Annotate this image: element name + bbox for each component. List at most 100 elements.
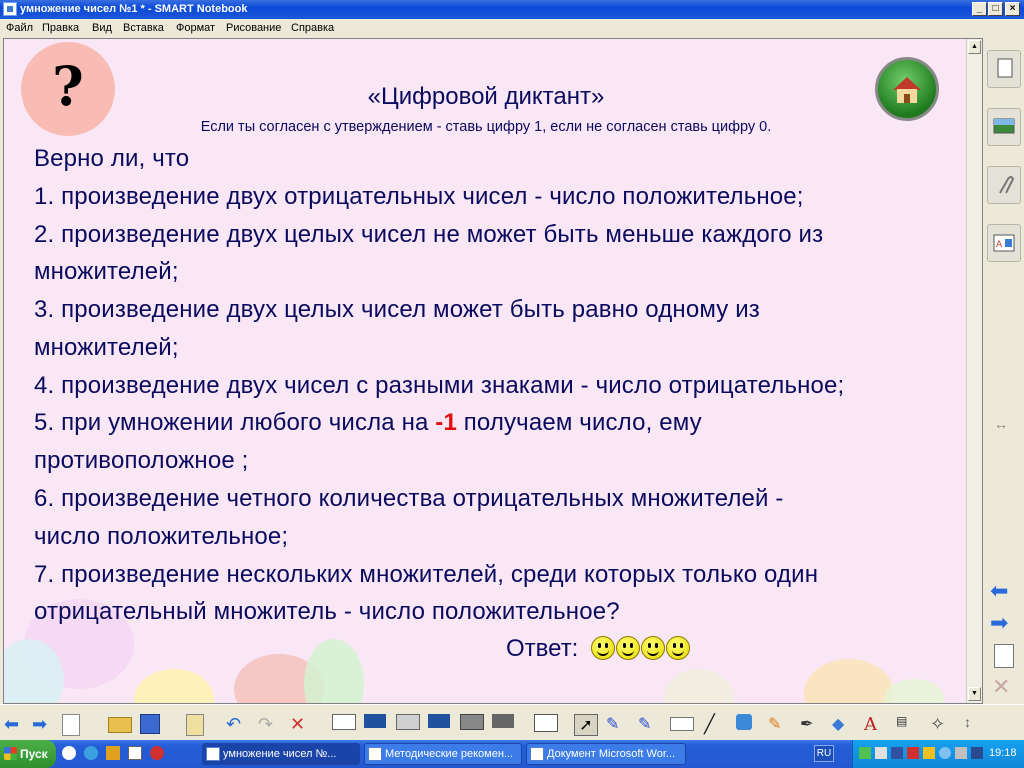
blank-page-icon[interactable] bbox=[62, 714, 80, 736]
notebook-canvas[interactable]: ? «Цифровой диктант» Если ты согласен с … bbox=[3, 38, 983, 704]
eraser-icon[interactable] bbox=[670, 717, 694, 731]
paste-icon[interactable] bbox=[186, 714, 204, 736]
scroll-up-button[interactable]: ▲ bbox=[968, 40, 981, 54]
document-camera-icon[interactable] bbox=[492, 714, 514, 728]
menu-format[interactable]: Формат bbox=[176, 22, 215, 34]
open-folder-icon[interactable] bbox=[108, 717, 132, 733]
text-tool-icon[interactable]: A bbox=[864, 714, 886, 735]
recognition-pen-icon[interactable]: ✒ bbox=[800, 714, 822, 734]
smiley-icon bbox=[641, 636, 665, 660]
statement-line: множителей; bbox=[34, 334, 179, 361]
slide-page: ? «Цифровой диктант» Если ты согласен с … bbox=[4, 39, 968, 703]
title-bar: умножение чисел №1 * - SMART Notebook _ … bbox=[0, 0, 1024, 19]
picture-icon bbox=[993, 118, 1015, 134]
quick-launch-icon[interactable] bbox=[62, 746, 76, 760]
tab-gallery[interactable] bbox=[987, 108, 1021, 146]
resize-arrows-icon[interactable]: ↔ bbox=[994, 416, 1008, 432]
menu-insert[interactable]: Вставка bbox=[123, 22, 164, 34]
redo-icon[interactable]: ↷ bbox=[258, 714, 280, 734]
maximize-button[interactable]: □ bbox=[988, 2, 1003, 16]
tray-icon[interactable] bbox=[939, 747, 951, 759]
menu-edit[interactable]: Правка bbox=[42, 22, 79, 34]
menu-bar: Файл Правка Вид Вставка Формат Рисование… bbox=[0, 19, 1024, 37]
menu-view[interactable]: Вид bbox=[92, 22, 112, 34]
statement-line: 6. произведение четного количества отриц… bbox=[34, 485, 784, 512]
close-button[interactable]: × bbox=[1005, 2, 1020, 16]
creative-pen-icon[interactable]: ✎ bbox=[638, 714, 660, 734]
tray-icon[interactable] bbox=[859, 747, 871, 759]
clock[interactable]: 19:18 bbox=[989, 747, 1017, 759]
taskbar-item-word-doc[interactable]: Документ Microsoft Wor... bbox=[526, 743, 686, 765]
forward-arrow-icon[interactable]: ➡ bbox=[32, 714, 54, 734]
menu-draw[interactable]: Рисование bbox=[226, 22, 281, 34]
slide-title: «Цифровой диктант» bbox=[367, 83, 605, 110]
shapes-icon[interactable] bbox=[736, 714, 752, 730]
word-icon bbox=[530, 747, 544, 761]
statement-line: противоположное ; bbox=[34, 447, 249, 474]
statement-line: 5. при умножении любого числа на -1 полу… bbox=[34, 409, 702, 437]
next-page-arrow-icon[interactable]: ➡ bbox=[990, 610, 1008, 636]
back-arrow-icon[interactable]: ⬅ bbox=[4, 714, 26, 734]
properties-tool-icon[interactable]: ▤ bbox=[896, 714, 918, 734]
transparent-mode-icon[interactable] bbox=[396, 714, 420, 730]
egg-decoration bbox=[884, 679, 944, 703]
slide-subtitle: Если ты согласен с утверждением - ставь … bbox=[200, 119, 772, 135]
table-icon[interactable] bbox=[534, 714, 558, 732]
fill-icon[interactable]: ◆ bbox=[832, 714, 854, 734]
line-icon[interactable]: ╱ bbox=[704, 714, 726, 734]
pen-icon[interactable]: ✎ bbox=[606, 714, 628, 734]
taskbar: Пуск умножение чисел №... Методические р… bbox=[0, 740, 1024, 768]
quick-launch-icon[interactable] bbox=[84, 746, 98, 760]
smart-notebook-icon bbox=[3, 2, 17, 16]
tab-attachments[interactable] bbox=[987, 166, 1021, 204]
language-indicator[interactable]: RU bbox=[814, 745, 834, 762]
undo-icon[interactable]: ↶ bbox=[226, 714, 248, 734]
toolbar-move-icon[interactable]: ↕ bbox=[964, 714, 986, 734]
tab-properties[interactable]: A bbox=[987, 224, 1021, 262]
properties-icon: A bbox=[993, 234, 1015, 252]
full-screen-icon[interactable] bbox=[364, 714, 386, 728]
smiley-icon bbox=[616, 636, 640, 660]
statement-line: 1. произведение двух отрицательных чисел… bbox=[34, 183, 804, 210]
delete-icon[interactable]: ✕ bbox=[290, 714, 312, 734]
add-page-icon[interactable] bbox=[994, 644, 1014, 668]
volume-icon[interactable] bbox=[955, 747, 967, 759]
taskbar-item-word-doc[interactable]: Методические рекомен... bbox=[364, 743, 522, 765]
scroll-down-button[interactable]: ▼ bbox=[968, 687, 981, 701]
delete-page-icon[interactable]: ✕ bbox=[992, 674, 1010, 700]
tab-page-sorter[interactable] bbox=[987, 50, 1021, 88]
smiley-icon bbox=[591, 636, 615, 660]
statement-text: 5. при умножении любого числа на bbox=[34, 409, 436, 436]
tray-icon[interactable] bbox=[875, 747, 887, 759]
window-title: умножение чисел №1 * - SMART Notebook bbox=[20, 3, 248, 15]
quick-launch-icon[interactable] bbox=[150, 746, 164, 760]
egg-decoration bbox=[734, 639, 814, 703]
start-button[interactable]: Пуск bbox=[0, 740, 56, 768]
menu-help[interactable]: Справка bbox=[291, 22, 334, 34]
camera-icon[interactable] bbox=[460, 714, 484, 730]
save-icon[interactable] bbox=[140, 714, 160, 734]
menu-file[interactable]: Файл bbox=[6, 22, 33, 34]
tray-icon[interactable] bbox=[923, 747, 935, 759]
magic-pen-icon[interactable]: ✎ bbox=[768, 714, 790, 734]
quick-launch-icon[interactable] bbox=[128, 746, 142, 760]
previous-page-arrow-icon[interactable]: ⬅ bbox=[990, 578, 1008, 604]
intro-line: Верно ли, что bbox=[34, 145, 190, 172]
smiley-icon bbox=[666, 636, 690, 660]
page-icon bbox=[997, 58, 1013, 78]
screen-shade-icon[interactable] bbox=[332, 714, 356, 730]
minimize-button[interactable]: _ bbox=[972, 2, 987, 16]
dual-page-icon[interactable] bbox=[428, 714, 450, 728]
statement-line: 2. произведение двух целых чисел не може… bbox=[34, 221, 824, 248]
system-tray: 19:18 bbox=[852, 740, 1024, 768]
notebook-icon bbox=[206, 747, 220, 761]
vertical-scrollbar[interactable]: ▲ ▼ bbox=[966, 39, 982, 703]
select-cursor-icon[interactable]: ➚ bbox=[574, 714, 598, 736]
taskbar-item-smart-notebook[interactable]: умножение чисел №... bbox=[202, 743, 360, 765]
tray-icon[interactable] bbox=[891, 747, 903, 759]
tray-icon[interactable] bbox=[907, 747, 919, 759]
quick-launch-icon[interactable] bbox=[106, 746, 120, 760]
egg-decoration bbox=[304, 639, 364, 703]
network-icon[interactable] bbox=[971, 747, 983, 759]
measurement-tools-icon[interactable]: ✧ bbox=[930, 714, 952, 734]
